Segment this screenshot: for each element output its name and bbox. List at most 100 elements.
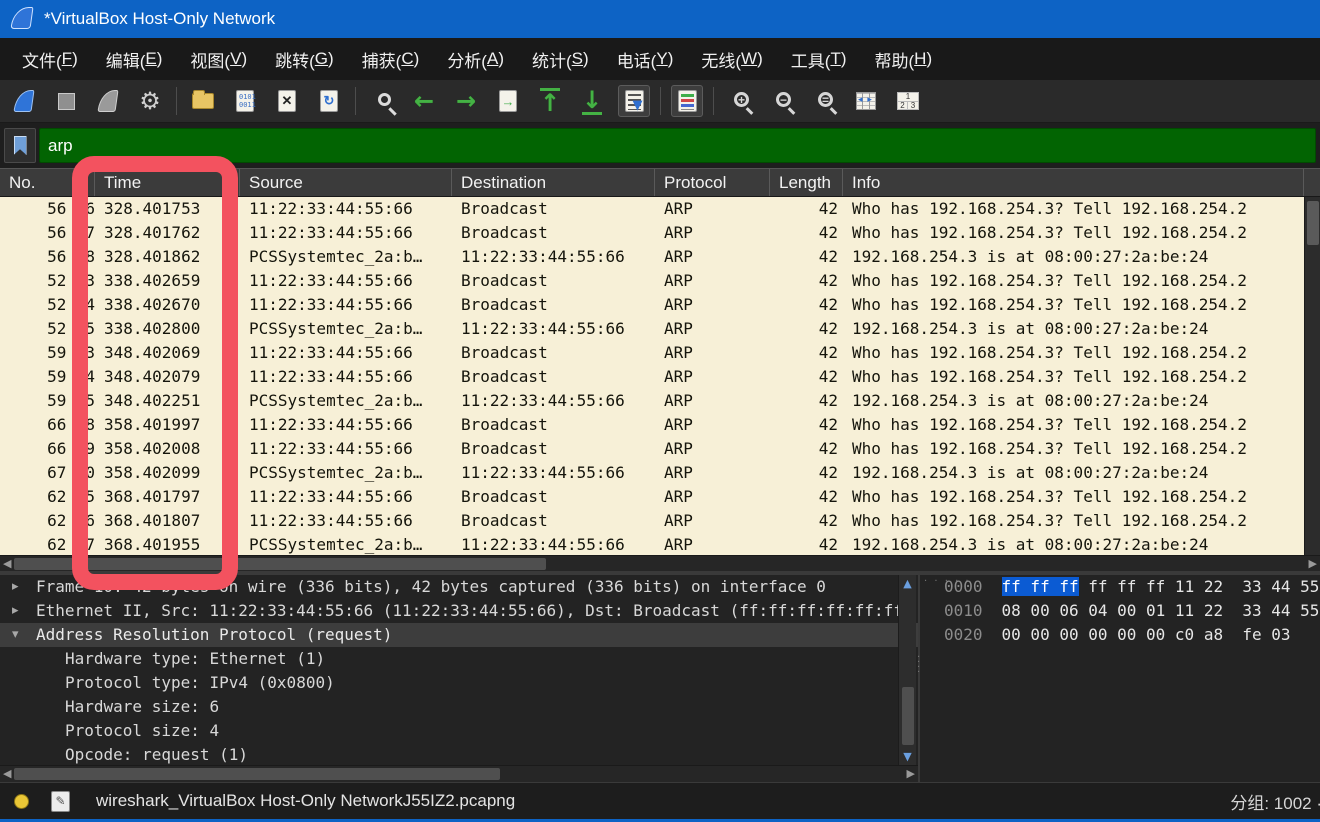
hex-row[interactable]: 001008 00 06 04 00 01 11 22 33 44 55 66 … — [920, 599, 1320, 623]
scrollbar-thumb[interactable] — [14, 768, 500, 780]
column-header-source[interactable]: Source — [240, 169, 452, 196]
scrollbar-thumb[interactable] — [1307, 201, 1319, 245]
cell-length: 42 — [770, 341, 843, 365]
table-row[interactable]: 668358.40199711:22:33:44:55:66BroadcastA… — [0, 413, 1304, 437]
table-row[interactable]: 524338.40267011:22:33:44:55:66BroadcastA… — [0, 293, 1304, 317]
column-header-time[interactable]: Time — [95, 169, 240, 196]
zoom-out-icon[interactable]: − — [766, 85, 798, 117]
cell-no: 525 — [0, 317, 95, 341]
details-horizontal-scrollbar[interactable]: ◀ ▶ — [0, 765, 918, 782]
scroll-right-arrow-icon[interactable]: ▶ — [907, 767, 915, 781]
scroll-left-arrow-icon[interactable]: ◀ — [3, 767, 11, 781]
find-packet-icon[interactable] — [366, 85, 398, 117]
save-file-icon[interactable] — [229, 85, 261, 117]
menu-item-H[interactable]: 帮助(H) — [861, 38, 947, 80]
splitter-drag-handle[interactable]: · · · · · — [924, 576, 971, 587]
filter-bookmark-button[interactable] — [4, 128, 36, 163]
next-packet-icon[interactable]: → — [450, 85, 482, 117]
hex-row[interactable]: 002000 00 00 00 00 00 c0 a8 fe 03 — [920, 623, 1320, 647]
go-to-packet-icon[interactable]: → — [492, 85, 524, 117]
cell-info: Who has 192.168.254.3? Tell 192.168.254.… — [843, 437, 1304, 461]
expand-arrow-icon[interactable]: ▸ — [12, 599, 19, 623]
menu-item-V[interactable]: 视图(V) — [176, 38, 261, 80]
cell-source: 11:22:33:44:55:66 — [240, 365, 452, 389]
cell-protocol: ARP — [655, 245, 770, 269]
cell-source: 11:22:33:44:55:66 — [240, 437, 452, 461]
menu-item-A[interactable]: 分析(A) — [433, 38, 518, 80]
table-row[interactable]: 593348.40206911:22:33:44:55:66BroadcastA… — [0, 341, 1304, 365]
colorize-packets-icon[interactable] — [671, 85, 703, 117]
display-filter-input[interactable] — [39, 128, 1316, 163]
packet-details-pane[interactable]: ▸Frame 10: 42 bytes on wire (336 bits), … — [0, 575, 918, 765]
detail-line[interactable]: Hardware size: 6 — [0, 695, 918, 719]
packet-list-vertical-scrollbar[interactable] — [1304, 197, 1320, 555]
capture-options-gear-icon[interactable]: ⚙ — [134, 85, 166, 117]
close-file-icon[interactable]: ✕ — [271, 85, 303, 117]
cell-protocol: ARP — [655, 197, 770, 221]
table-row[interactable]: 625368.40179711:22:33:44:55:66BroadcastA… — [0, 485, 1304, 509]
detail-line[interactable]: ▸Ethernet II, Src: 11:22:33:44:55:66 (11… — [0, 599, 918, 623]
menu-item-G[interactable]: 跳转(G) — [261, 38, 348, 80]
column-header-destination[interactable]: Destination — [452, 169, 655, 196]
scrollbar-thumb[interactable] — [14, 558, 546, 570]
detail-line[interactable]: Opcode: request (1) — [0, 743, 918, 765]
restart-capture-icon[interactable] — [92, 85, 124, 117]
scrollbar-thumb[interactable] — [902, 687, 914, 745]
hex-dump-pane[interactable]: · · · · · 0000ff ff ff ff ff ff 11 22 33… — [920, 575, 1320, 782]
stop-capture-icon[interactable] — [50, 85, 82, 117]
table-row[interactable]: 566328.40175311:22:33:44:55:66BroadcastA… — [0, 197, 1304, 221]
table-row[interactable]: 670358.402099PCSSystemtec_2a:b…11:22:33:… — [0, 461, 1304, 485]
scroll-down-arrow-icon[interactable]: ▼ — [899, 750, 916, 763]
column-header-length[interactable]: Length — [770, 169, 843, 196]
layout-icon[interactable]: 123 — [892, 85, 924, 117]
collapse-arrow-icon[interactable]: ▾ — [12, 623, 19, 647]
previous-packet-icon[interactable]: ← — [408, 85, 440, 117]
cell-source: 11:22:33:44:55:66 — [240, 413, 452, 437]
menu-item-T[interactable]: 工具(T) — [777, 38, 861, 80]
auto-scroll-icon[interactable]: ▼ — [618, 85, 650, 117]
first-packet-icon[interactable]: ↑ — [534, 85, 566, 117]
table-row[interactable]: 568328.401862PCSSystemtec_2a:b…11:22:33:… — [0, 245, 1304, 269]
menu-item-Y[interactable]: 电话(Y) — [603, 38, 688, 80]
menu-item-C[interactable]: 捕获(C) — [348, 38, 434, 80]
table-row[interactable]: 626368.40180711:22:33:44:55:66BroadcastA… — [0, 509, 1304, 533]
zoom-in-icon[interactable]: + — [724, 85, 756, 117]
menu-item-S[interactable]: 统计(S) — [518, 38, 603, 80]
table-row[interactable]: 595348.402251PCSSystemtec_2a:b…11:22:33:… — [0, 389, 1304, 413]
capture-comment-icon[interactable]: ✎ — [51, 791, 70, 812]
reload-file-icon[interactable]: ↻ — [313, 85, 345, 117]
detail-line[interactable]: ▾Address Resolution Protocol (request) — [0, 623, 918, 647]
details-vertical-scrollbar[interactable]: ▲ ▼ — [898, 575, 916, 765]
cell-destination: Broadcast — [452, 341, 655, 365]
scroll-right-arrow-icon[interactable]: ▶ — [1309, 557, 1317, 571]
detail-line[interactable]: ▸Frame 10: 42 bytes on wire (336 bits), … — [0, 575, 918, 599]
scroll-left-arrow-icon[interactable]: ◀ — [3, 557, 11, 571]
start-capture-icon[interactable] — [8, 85, 40, 117]
table-row[interactable]: 523338.40265911:22:33:44:55:66BroadcastA… — [0, 269, 1304, 293]
open-file-folder-icon[interactable] — [187, 85, 219, 117]
column-header-no[interactable]: No. — [0, 169, 95, 196]
table-row[interactable]: 627368.401955PCSSystemtec_2a:b…11:22:33:… — [0, 533, 1304, 555]
expand-arrow-icon[interactable]: ▸ — [12, 575, 19, 599]
resize-columns-icon[interactable] — [850, 85, 882, 117]
detail-line[interactable]: Protocol size: 4 — [0, 719, 918, 743]
menu-item-F[interactable]: 文件(F) — [8, 38, 92, 80]
scroll-up-arrow-icon[interactable]: ▲ — [899, 577, 916, 590]
column-header-protocol[interactable]: Protocol — [655, 169, 770, 196]
table-row[interactable]: 567328.40176211:22:33:44:55:66BroadcastA… — [0, 221, 1304, 245]
packet-list-body[interactable]: 566328.40175311:22:33:44:55:66BroadcastA… — [0, 197, 1304, 555]
expert-info-icon[interactable] — [14, 794, 29, 809]
detail-line[interactable]: Protocol type: IPv4 (0x0800) — [0, 671, 918, 695]
table-row[interactable]: 669358.40200811:22:33:44:55:66BroadcastA… — [0, 437, 1304, 461]
cell-length: 42 — [770, 485, 843, 509]
menu-item-W[interactable]: 无线(W) — [687, 38, 776, 80]
hex-row[interactable]: 0000ff ff ff ff ff ff 11 22 33 44 55 66 … — [920, 575, 1320, 599]
zoom-reset-icon[interactable]: = — [808, 85, 840, 117]
last-packet-icon[interactable]: ↓ — [576, 85, 608, 117]
table-row[interactable]: 594348.40207911:22:33:44:55:66BroadcastA… — [0, 365, 1304, 389]
column-header-info[interactable]: Info — [843, 169, 1304, 196]
detail-line[interactable]: Hardware type: Ethernet (1) — [0, 647, 918, 671]
table-row[interactable]: 525338.402800PCSSystemtec_2a:b…11:22:33:… — [0, 317, 1304, 341]
menu-item-E[interactable]: 编辑(E) — [92, 38, 177, 80]
packet-list-horizontal-scrollbar[interactable]: ◀ ▶ — [0, 555, 1320, 571]
